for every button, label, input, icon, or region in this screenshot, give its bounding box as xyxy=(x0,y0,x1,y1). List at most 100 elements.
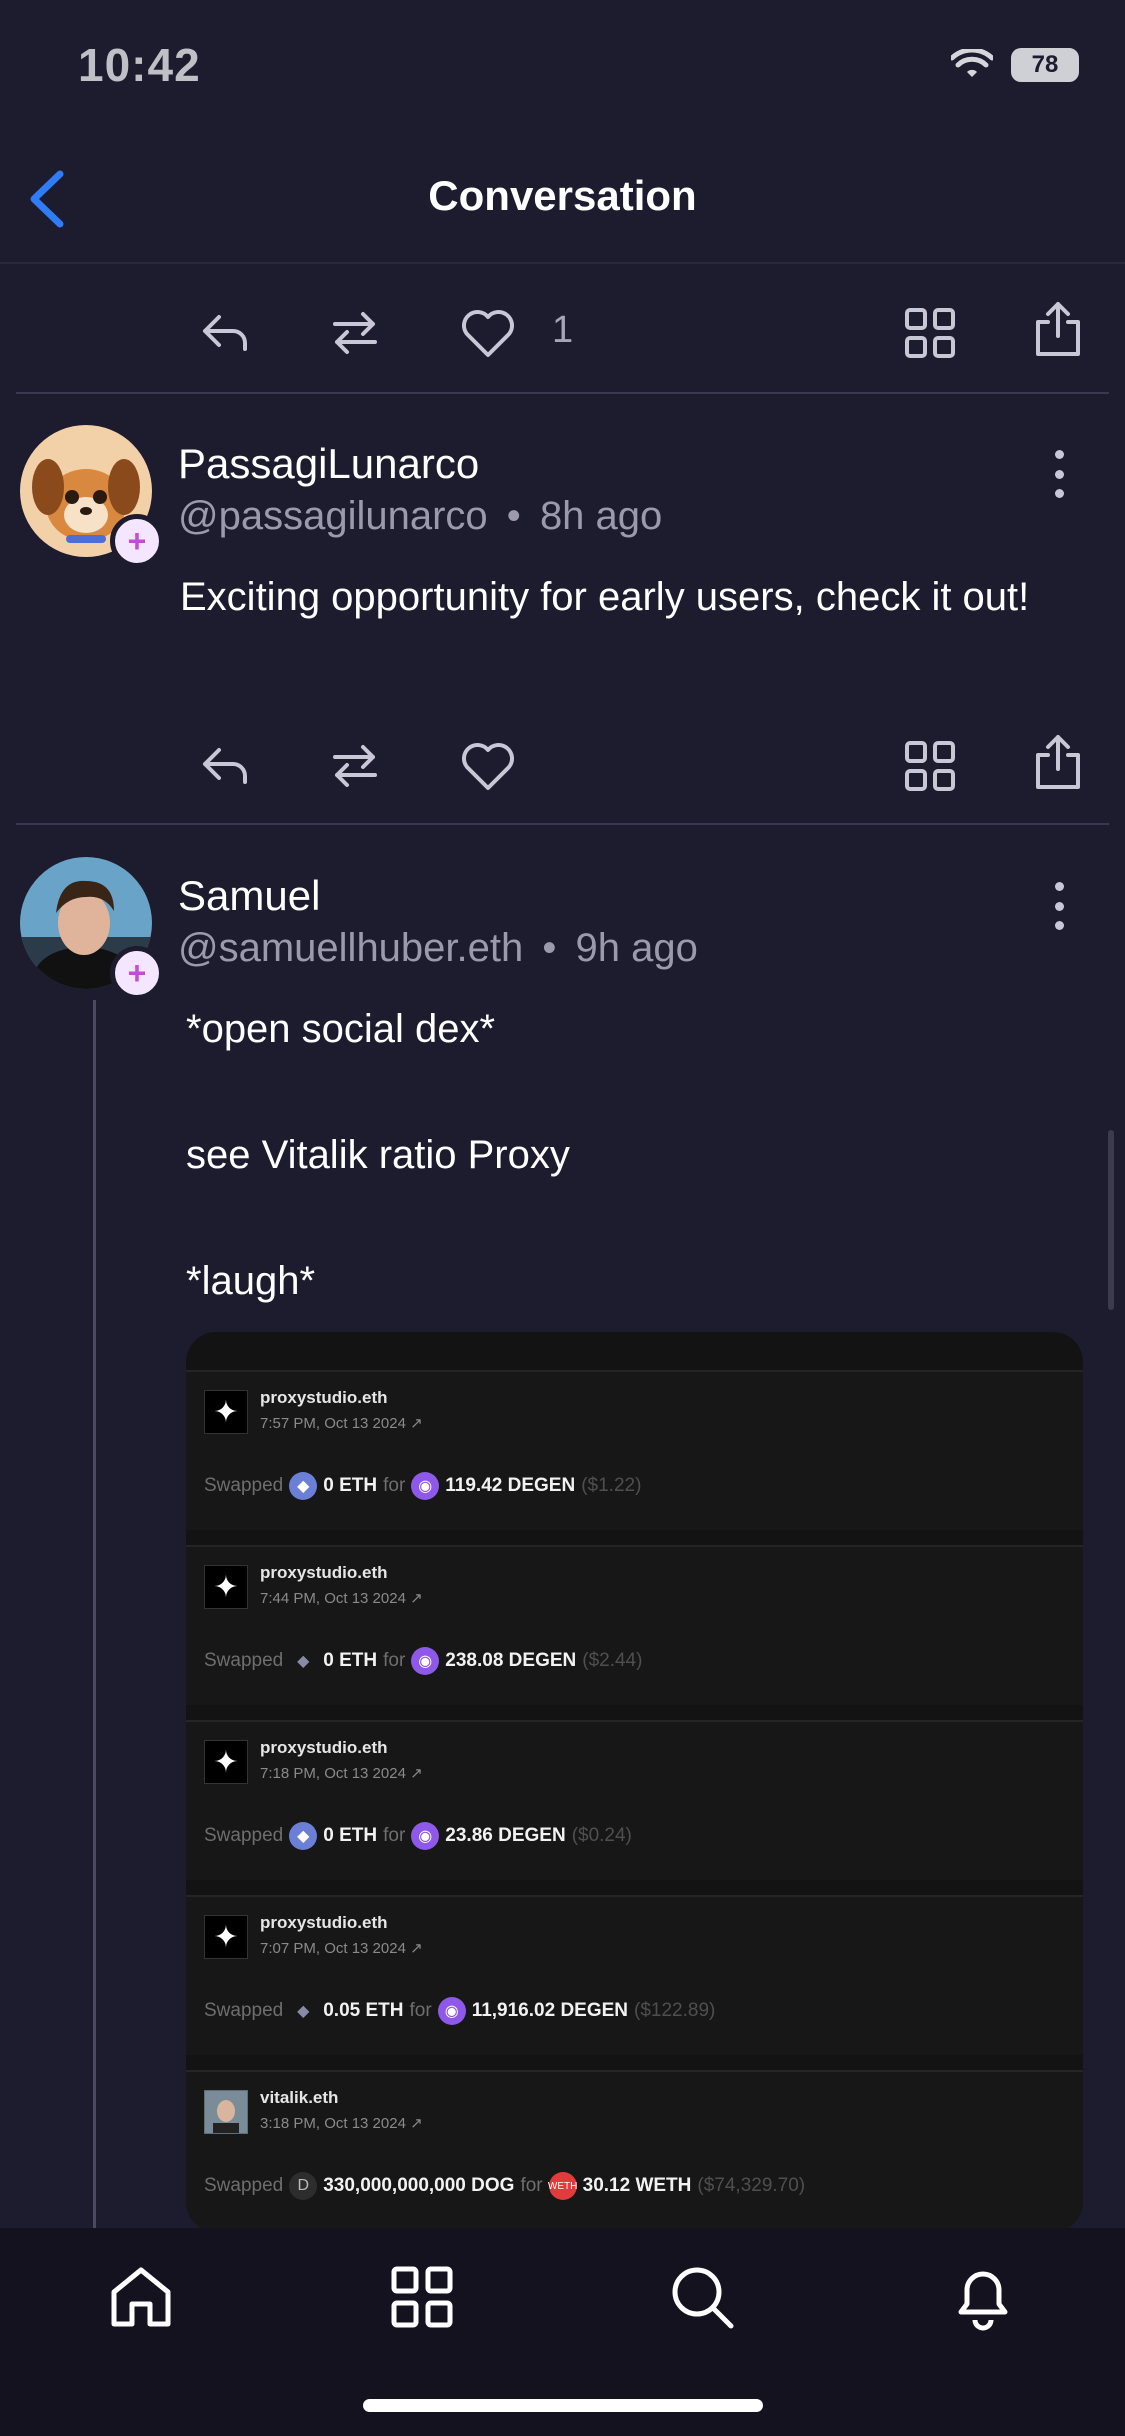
battery-level: 78 xyxy=(1031,51,1059,78)
recast-icon xyxy=(333,745,377,787)
share-icon xyxy=(1036,735,1080,789)
reply-button[interactable] xyxy=(195,303,255,363)
post-actions xyxy=(0,718,1125,818)
like-button[interactable] xyxy=(458,303,518,363)
swap-account: proxystudio.eth xyxy=(260,1563,388,1582)
proxy-logo-icon: ✦ xyxy=(204,1915,248,1959)
header-divider xyxy=(0,262,1125,264)
grid-icon xyxy=(905,741,955,791)
share-button[interactable] xyxy=(1028,299,1088,359)
swap-amount-out: 238.08 DEGEN xyxy=(445,1650,577,1671)
swap-amount-in: 0.05 ETH xyxy=(323,2000,404,2021)
swap-amount-out: 119.42 DEGEN xyxy=(445,1475,576,1496)
heart-icon xyxy=(462,310,514,357)
degen-token-icon: ◉ xyxy=(411,1647,440,1675)
swap-account: proxystudio.eth xyxy=(260,1738,388,1757)
weth-token-icon: WETH xyxy=(548,2172,577,2200)
degen-token-icon: ◉ xyxy=(411,1472,440,1500)
channel-button[interactable] xyxy=(900,303,960,363)
follow-plus-button[interactable]: + xyxy=(110,514,164,568)
proxy-logo-icon: ✦ xyxy=(204,1565,248,1609)
page-title: Conversation xyxy=(428,172,697,219)
swap-for: for xyxy=(383,1475,406,1496)
swap-verb: Swapped xyxy=(204,1825,284,1846)
share-button[interactable] xyxy=(1028,732,1088,792)
home-indicator[interactable] xyxy=(363,2399,763,2412)
post-author-meta: @samuellhuber.eth • 9h ago xyxy=(178,926,698,971)
swap-verb: Swapped xyxy=(204,2175,284,2196)
tab-explore[interactable] xyxy=(387,2262,457,2332)
channel-button[interactable] xyxy=(900,736,960,796)
eth-token-icon: ◆ xyxy=(289,1822,318,1850)
tab-notifications[interactable] xyxy=(948,2262,1018,2332)
swap-line: Swapped ◆ 0.05 ETH for ◉ 11,916.02 DEGEN… xyxy=(204,1997,715,2025)
swap-for: for xyxy=(383,1650,406,1671)
post-text-line: *laugh* xyxy=(186,1259,316,1303)
proxy-logo-icon: ✦ xyxy=(204,1740,248,1784)
swap-card: ✦ proxystudio.eth 7:57 PM, Oct 13 2024 ↗… xyxy=(186,1370,1083,1530)
swap-line: Swapped ◆ 0 ETH for ◉ 119.42 DEGEN ($1.2… xyxy=(204,1472,641,1500)
search-icon xyxy=(672,2267,734,2329)
swap-time: 7:18 PM, Oct 13 2024 ↗ xyxy=(260,1765,423,1782)
degen-token-icon: ◉ xyxy=(411,1822,440,1850)
recast-button[interactable] xyxy=(325,303,385,363)
swap-verb: Swapped xyxy=(204,2000,284,2021)
post-author-name[interactable]: PassagiLunarco xyxy=(178,440,479,488)
swap-amount-out: 11,916.02 DEGEN xyxy=(471,2000,629,2021)
thread-line xyxy=(93,1000,96,2232)
degen-token-icon: ◉ xyxy=(437,1997,466,2025)
post-image[interactable]: ✦ proxystudio.eth 7:57 PM, Oct 13 2024 ↗… xyxy=(186,1332,1083,2232)
swap-card: vitalik.eth 3:18 PM, Oct 13 2024 ↗ Swapp… xyxy=(186,2070,1083,2230)
dog-token-icon: D xyxy=(289,2172,318,2200)
swap-usd: ($122.89) xyxy=(634,2000,716,2021)
grid-icon xyxy=(905,308,955,358)
meta-separator: • xyxy=(506,494,521,538)
more-button[interactable] xyxy=(1044,876,1074,936)
swap-time: 3:18 PM, Oct 13 2024 ↗ xyxy=(260,2115,423,2132)
eth-token-icon: ◆ xyxy=(297,2003,310,2020)
recast-button[interactable] xyxy=(325,736,385,796)
post-divider xyxy=(16,823,1109,825)
swap-usd: ($1.22) xyxy=(581,1475,642,1496)
swap-verb: Swapped xyxy=(204,1650,284,1671)
swap-line: Swapped D 330,000,000,000 DOG for WETH 3… xyxy=(204,2172,805,2200)
swap-for: for xyxy=(520,2175,543,2196)
swap-card: ✦ proxystudio.eth 7:44 PM, Oct 13 2024 ↗… xyxy=(186,1545,1083,1705)
proxy-logo-icon: ✦ xyxy=(204,1390,248,1434)
swap-amount-in: 0 ETH xyxy=(323,1475,378,1496)
follow-plus-button[interactable]: + xyxy=(110,946,164,1000)
post-text: Exciting opportunity for early users, ch… xyxy=(180,575,1030,619)
scrollbar[interactable] xyxy=(1108,1130,1114,1310)
bell-icon xyxy=(958,2271,1008,2331)
swap-for: for xyxy=(383,1825,406,1846)
tab-search[interactable] xyxy=(667,2262,737,2332)
swap-line: Swapped ◆ 0 ETH for ◉ 238.08 DEGEN ($2.4… xyxy=(204,1647,642,1675)
swap-account: proxystudio.eth xyxy=(260,1388,388,1407)
grid-icon xyxy=(391,2266,453,2328)
post-divider xyxy=(16,392,1109,394)
wifi-icon xyxy=(951,49,993,77)
swap-time: 7:57 PM, Oct 13 2024 ↗ xyxy=(260,1415,423,1432)
swap-account: proxystudio.eth xyxy=(260,1913,388,1932)
eth-token-icon: ◆ xyxy=(289,1472,318,1500)
home-icon xyxy=(111,2267,171,2327)
more-button[interactable] xyxy=(1044,444,1074,504)
swap-time: 7:07 PM, Oct 13 2024 ↗ xyxy=(260,1940,423,1957)
swap-amount-out: 30.12 WETH xyxy=(582,2175,692,2196)
swap-for: for xyxy=(409,2000,432,2021)
post-author-meta: @passagilunarco • 8h ago xyxy=(178,494,662,539)
reply-icon xyxy=(203,748,247,784)
tab-home[interactable] xyxy=(106,2262,176,2332)
post-author-name[interactable]: Samuel xyxy=(178,872,320,920)
status-time: 10:42 xyxy=(78,39,201,91)
swap-time: 7:44 PM, Oct 13 2024 ↗ xyxy=(260,1590,423,1607)
post-handle[interactable]: @samuellhuber.eth xyxy=(178,926,523,970)
meta-separator: • xyxy=(542,926,557,970)
post-handle[interactable]: @passagilunarco xyxy=(178,494,488,538)
like-button[interactable] xyxy=(458,736,518,796)
vitalik-avatar-icon xyxy=(204,2090,248,2134)
post-text-line: see Vitalik ratio Proxy xyxy=(186,1133,570,1177)
swap-card: ✦ proxystudio.eth 7:07 PM, Oct 13 2024 ↗… xyxy=(186,1895,1083,2055)
heart-icon xyxy=(462,743,514,790)
reply-button[interactable] xyxy=(195,736,255,796)
